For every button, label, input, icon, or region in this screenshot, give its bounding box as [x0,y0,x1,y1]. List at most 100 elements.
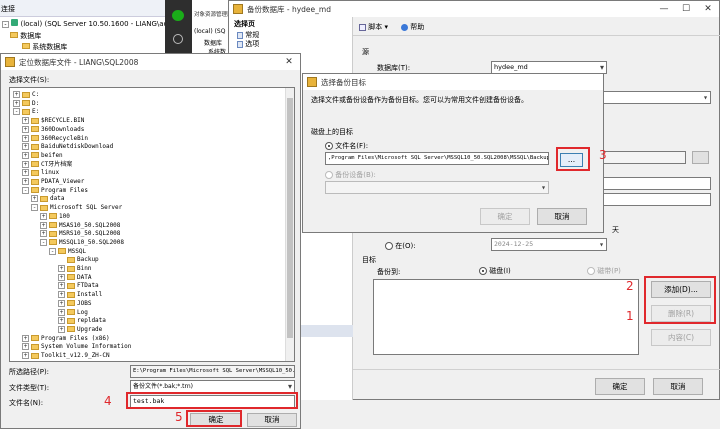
backup-file-path[interactable]: ,Program Files\Microsoft SQL Server\MSSQ… [325,152,549,165]
tree-row[interactable]: Backup [58,256,99,264]
tree-row[interactable]: - E: [13,108,39,116]
disk-radio[interactable] [479,267,487,275]
tree-row[interactable]: - MSSQL [49,247,86,256]
expand-icon[interactable]: + [22,125,29,133]
backup-set-field-b[interactable] [603,193,711,206]
expand-icon[interactable]: + [58,317,65,325]
tree-row[interactable]: + Binn [58,265,91,273]
expand-icon[interactable]: + [22,160,29,168]
tree-row[interactable]: +100 [40,212,70,221]
tree-row[interactable]: + Log [58,308,88,317]
tree-row[interactable]: + BaiduNetdiskDownload [22,143,113,151]
maximize-icon[interactable]: ☐ [675,1,697,17]
close-icon[interactable]: ✕ [278,54,300,70]
script-button[interactable]: 脚本 ▾ [359,22,388,32]
collapse-icon[interactable]: - [13,108,20,116]
expand-icon[interactable]: + [58,282,65,290]
help-button[interactable]: 帮助 [401,22,424,32]
databases-node[interactable]: 数据库 [10,31,41,41]
tree-row[interactable]: + Program Files (x86) [22,334,110,343]
backup-ok-button[interactable]: 确定 [595,378,645,395]
tree-row[interactable]: - MSSQL10_50.SQL2008 [40,238,124,247]
tree-row[interactable]: + repldata [58,317,106,325]
connect-label[interactable]: 连接 [1,4,15,14]
device-select[interactable] [325,181,549,194]
collapse-icon[interactable]: - [22,186,29,194]
expand-icon[interactable]: + [58,291,65,299]
collapse-icon[interactable]: - [40,238,47,246]
locate-cancel-button[interactable]: 取消 [247,413,297,427]
tree-row[interactable]: + FTData [58,282,99,290]
expand-icon[interactable]: + [22,169,29,177]
selected-path-field[interactable]: E:\Program Files\Microsoft SQL Server\MS… [130,365,295,378]
tree-row[interactable]: +360RecycleBin [22,134,88,143]
tape-option[interactable]: 磁带(P) [587,266,621,276]
device-radio[interactable] [325,171,333,179]
chat-icon[interactable] [172,10,184,21]
expand-icon[interactable]: + [22,117,29,125]
collapse-icon[interactable]: - [49,247,56,255]
ellipsis-button-bg[interactable] [692,151,709,164]
tape-radio[interactable] [587,267,595,275]
tree-row[interactable]: + CT牙片档案 [22,160,72,169]
server-node[interactable]: - (local) (SQL Server 10.50.1600 - LIANG… [2,19,184,28]
expand-icon[interactable]: + [40,230,47,238]
tree-row[interactable]: - Program Files [22,186,88,195]
device-option[interactable]: 备份设备(B): [325,170,376,180]
expand-icon[interactable]: + [58,265,65,272]
expand-icon[interactable]: + [22,334,29,342]
expand-icon[interactable]: + [22,352,29,359]
expand-icon[interactable]: + [31,195,38,203]
disk-option[interactable]: 磁盘(I) [479,266,511,276]
expand-icon[interactable]: + [40,212,47,220]
on-radio[interactable] [385,242,393,250]
minus-icon[interactable]: - [2,21,9,28]
expand-icon[interactable]: + [58,308,65,316]
file-name-radio[interactable] [325,142,333,150]
contacts-icon[interactable] [173,34,183,44]
tree-row[interactable]: +360Downloads [22,125,84,134]
expand-icon[interactable]: + [13,91,20,98]
file-tree[interactable]: + C: + D: - E: + $RECYCLE.BIN +360Downloads +360R… [9,87,295,362]
tree-row[interactable]: + Upgrade [58,325,102,334]
recovery-select[interactable] [603,91,711,104]
expand-icon[interactable]: + [58,273,65,281]
tree-row[interactable]: + Install [58,291,102,299]
tree-row[interactable]: + Toolkit_v12.9_ZH-CN [22,352,110,360]
tree-row[interactable]: + System Volume Information [22,343,131,351]
tree-row[interactable]: + PDATA_Viewer [22,178,84,186]
tree-row[interactable]: + data [31,195,64,203]
tree-row[interactable]: + beifen [22,151,63,160]
tree-row[interactable]: + MSAS10_50.SQL2008 [40,221,120,230]
tree-row[interactable]: + JOBS [58,299,91,308]
minimize-icon[interactable]: — [653,1,675,17]
destination-list[interactable] [373,279,639,355]
target-ok-button[interactable]: 确定 [480,208,530,225]
tree-row[interactable]: + DATA [58,273,91,282]
system-databases-node[interactable]: 系统数据库 [22,42,67,52]
contents-button[interactable]: 内容(C) [651,329,711,346]
explorer-server[interactable]: (local) (SQ [194,28,225,35]
expand-icon[interactable]: + [13,99,20,107]
expand-icon[interactable]: + [22,178,29,185]
expand-icon[interactable]: + [22,151,29,159]
expand-icon[interactable]: + [22,143,29,151]
expand-icon[interactable]: + [58,325,65,333]
expand-icon[interactable]: + [22,343,29,351]
tree-row[interactable]: + C: [13,91,39,99]
collapse-icon[interactable]: - [31,204,38,212]
expand-icon[interactable]: + [58,299,65,307]
target-cancel-button[interactable]: 取消 [537,208,587,225]
scroll-thumb[interactable] [287,98,293,338]
explorer-db[interactable]: 数据库 [204,38,222,47]
tree-row[interactable]: + D: [13,99,39,108]
on-date-picker[interactable]: 2024-12-25 [491,238,607,251]
tree-row[interactable]: + MSRS10_50.SQL2008 [40,230,120,238]
file-name-option[interactable]: 文件名(F): [325,141,368,151]
expand-icon[interactable]: + [40,221,47,229]
tree-row[interactable]: + $RECYCLE.BIN [22,117,84,125]
tree-row[interactable]: - Microsoft SQL Server [31,204,122,212]
page-options[interactable]: 选项 [237,39,259,49]
on-date-option[interactable]: 在(O): [385,241,416,251]
tree-scrollbar[interactable] [285,88,294,361]
